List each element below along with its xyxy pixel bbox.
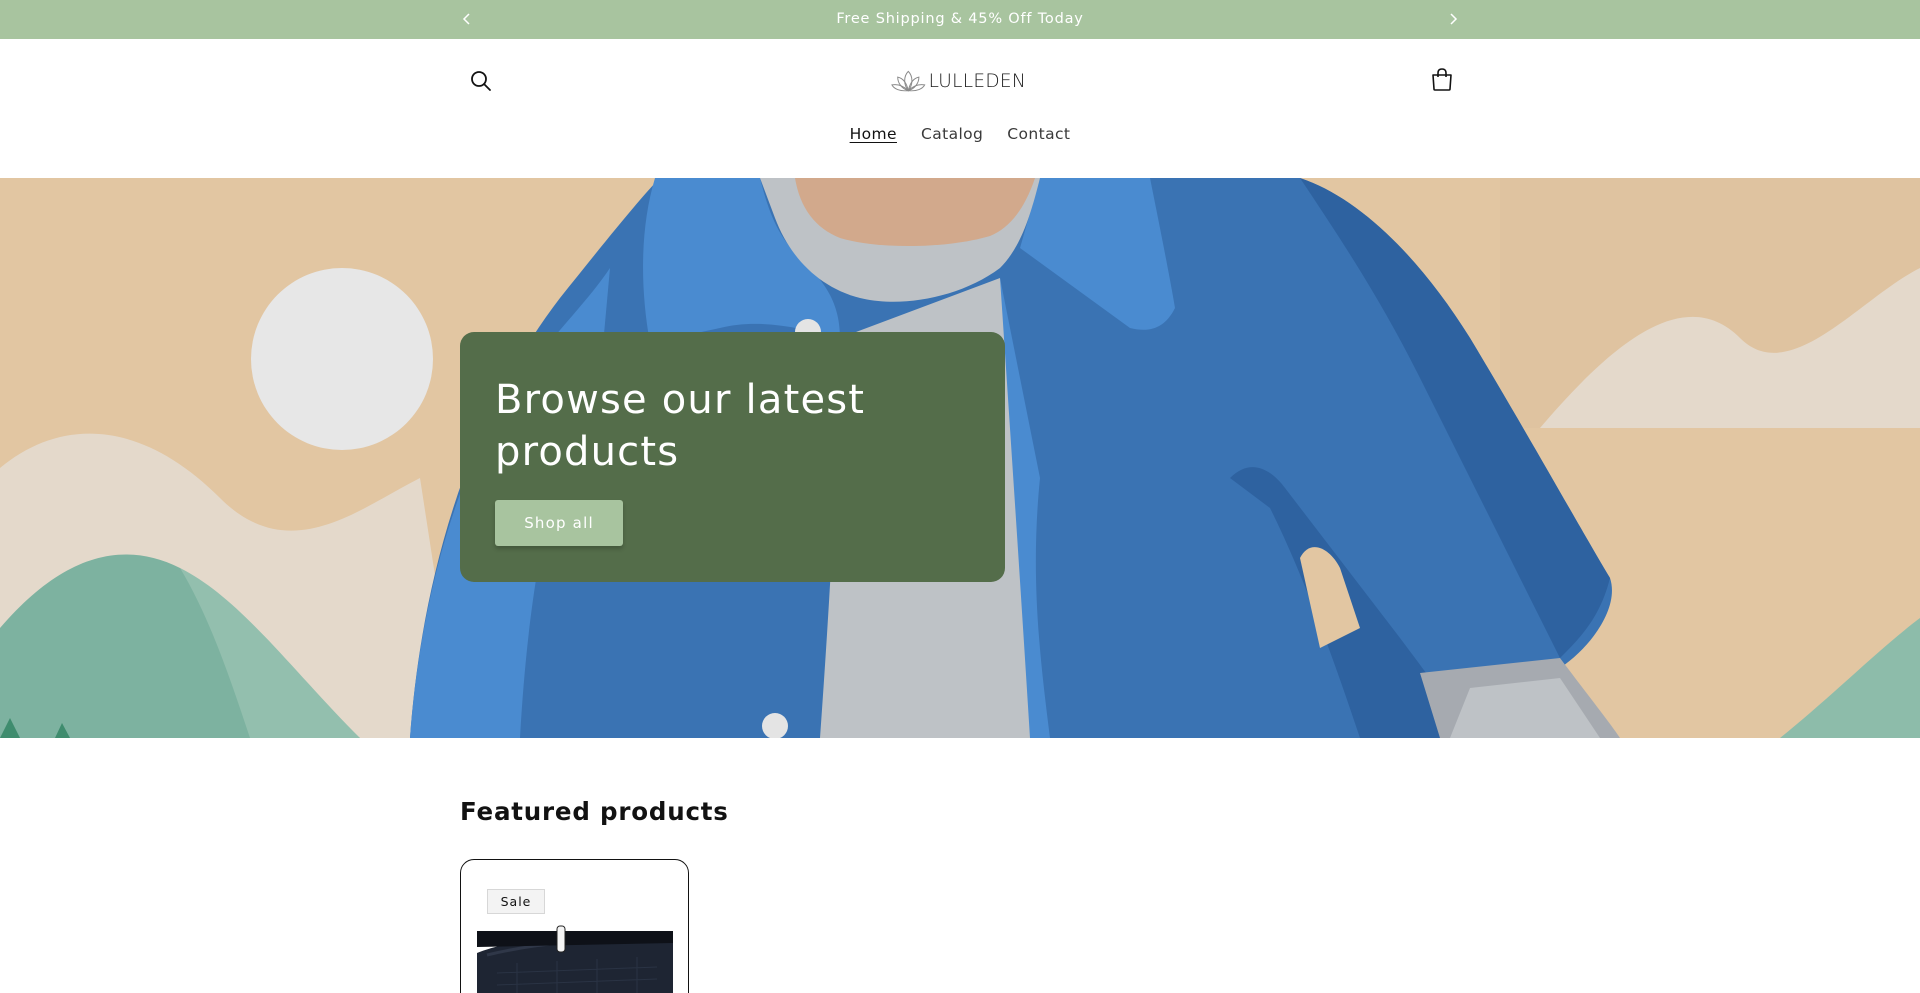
- announcement-next-button[interactable]: [1442, 8, 1464, 30]
- hero-title: Browse our latest products: [495, 377, 866, 475]
- shop-all-button[interactable]: Shop all: [495, 500, 623, 546]
- hero-content-box: Browse our latest products Shop all: [460, 332, 1005, 582]
- cart-icon: [1432, 68, 1452, 91]
- nav-link-catalog[interactable]: Catalog: [909, 121, 995, 151]
- hero-banner: Browse our latest products Shop all: [0, 178, 1920, 738]
- cart-button[interactable]: [1427, 65, 1457, 95]
- black-fanny-pack-image[interactable]: [477, 923, 673, 993]
- main-nav: Home Catalog Contact: [0, 121, 1920, 151]
- product-card[interactable]: Sale: [460, 859, 689, 993]
- announcement-message: Free Shipping & 45% Off Today: [836, 11, 1084, 27]
- site-header: LULLEDEN Home Catalog Contact: [0, 39, 1920, 178]
- logo-text: LULLEDEN: [928, 70, 1026, 92]
- nav-link-home[interactable]: Home: [838, 121, 909, 151]
- sale-badge: Sale: [487, 889, 545, 914]
- chevron-right-icon: [1450, 13, 1458, 25]
- nav-link-contact[interactable]: Contact: [995, 121, 1082, 151]
- featured-products-heading: Featured products: [460, 797, 729, 826]
- search-button[interactable]: [466, 66, 496, 96]
- site-logo[interactable]: LULLEDEN: [890, 65, 1026, 97]
- lotus-logo-icon: [891, 70, 926, 92]
- search-icon: [471, 71, 491, 91]
- announcement-bar: Free Shipping & 45% Off Today: [0, 0, 1920, 39]
